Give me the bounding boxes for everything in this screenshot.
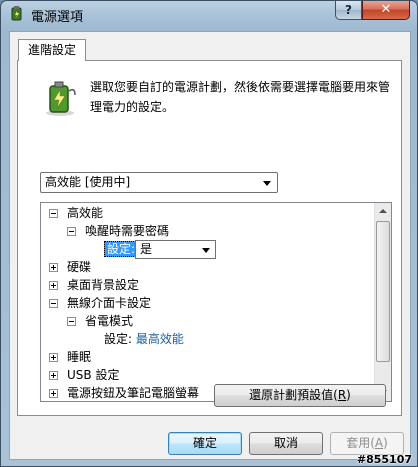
power-plan-battery-icon [46,81,76,116]
power-options-window: 電源選項 ? ✕ 進階設定 選取您要自訂的電源計劃，然後依需要選擇電腦要用來管理… [0,0,418,467]
restore-defaults-accel: R [337,388,347,402]
collapse-icon[interactable] [49,299,58,308]
apply-label: 套用( [346,436,375,450]
cancel-button[interactable]: 取消 [249,432,323,455]
tree-item-label: 電源按鈕及筆記電腦螢幕 [67,386,200,400]
tree-item-label: 硬碟 [67,260,92,274]
tree-vertical-scrollbar[interactable] [374,203,391,401]
collapse-icon[interactable] [67,317,76,326]
collapse-icon[interactable] [67,227,76,236]
expand-icon[interactable] [49,353,58,362]
expand-icon[interactable] [49,263,58,272]
tree-setting-power-saving[interactable]: 設定: 最高效能 [104,330,184,348]
help-button[interactable]: ? [335,1,362,20]
window-title: 電源選項 [31,10,84,25]
apply-accel: A [374,436,384,450]
settings-tree[interactable]: 高效能 喚醒時需要密碼 設定: 是 硬碟 桌面背景設定 無線介面卡設定 省電模式… [40,202,392,402]
restore-defaults-suffix: ) [346,388,351,402]
expand-icon[interactable] [49,371,58,380]
collapse-icon[interactable] [49,209,58,218]
scroll-up-arrow-icon[interactable] [375,203,391,220]
dialog-client-area: 進階設定 選取您要自訂的電源計劃，然後依需要選擇電腦要用來管理電力的設定。 高效… [9,31,411,460]
expand-icon[interactable] [49,281,58,290]
expand-icon[interactable] [49,389,58,398]
power-plan-dropdown-value: 高效能 [使用中] [45,175,131,189]
title-bar[interactable]: 電源選項 ? ✕ [1,1,417,29]
power-options-icon [11,6,22,21]
restore-defaults-label: 還原計劃預設值( [249,388,338,402]
power-plan-dropdown[interactable]: 高效能 [使用中] [40,172,278,193]
plan-description: 選取您要自訂的電源計劃，然後依需要選擇電腦要用來管理電力的設定。 [90,80,391,114]
tree-setting-wake-password: 設定: 是 [45,240,245,259]
tree-item-label: 高效能 [67,206,104,220]
tree-item-label: 睡眠 [67,350,92,364]
wake-password-combo[interactable]: 是 [135,240,216,259]
watermark-text: #855107 [356,453,412,466]
close-button[interactable]: ✕ [362,1,410,20]
ok-button[interactable]: 確定 [168,432,242,455]
tree-item-label: 喚醒時需要密碼 [85,224,170,238]
setting-label-selected: 設定: [104,241,139,257]
tree-item-label: USB 設定 [67,368,120,382]
tree-item-label: 省電模式 [85,314,134,328]
restore-defaults-button[interactable]: 還原計劃預設值(R) [214,384,386,407]
tab-advanced-settings[interactable]: 進階設定 [18,39,86,61]
tree-item-label: 桌面背景設定 [67,278,140,292]
wake-password-value: 是 [140,242,153,256]
setting-label: 設定: [104,332,133,346]
tree-item-label: 無線介面卡設定 [67,296,152,310]
power-saving-value[interactable]: 最高效能 [136,332,184,346]
apply-button[interactable]: 套用(A) [330,432,404,455]
chevron-down-icon [202,248,210,253]
scroll-thumb[interactable] [376,221,390,362]
dropdown-arrow-icon [263,181,271,186]
apply-suffix: ) [383,436,388,450]
